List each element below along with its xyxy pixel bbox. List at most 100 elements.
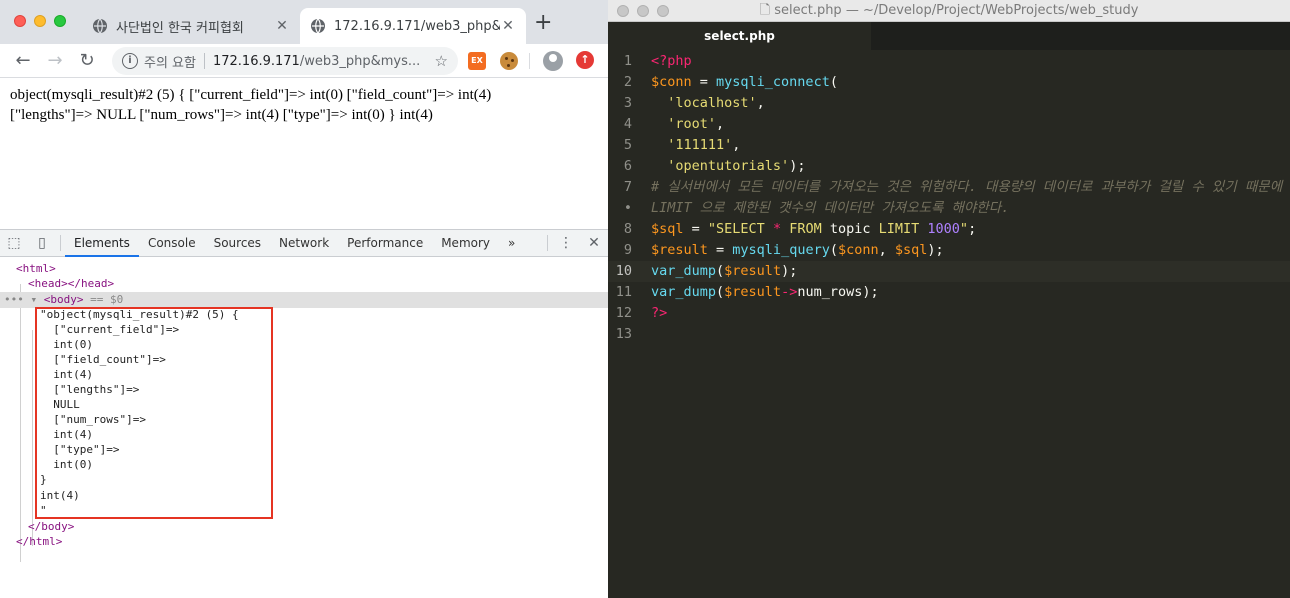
close-devtools-icon[interactable]: ✕ [580,235,608,251]
code-line[interactable]: 4 'root', [608,114,1290,135]
editor-tab-select-php[interactable]: select.php [608,22,871,50]
globe-icon [93,18,107,34]
kebab-menu-icon[interactable]: ⋮ [552,235,580,251]
new-tab-button[interactable]: + [534,12,552,34]
code-token: = [691,74,717,90]
minimize-window-button[interactable] [34,15,46,27]
red-annotation-box [35,307,273,519]
code-text: var_dump($result->num_rows); [651,282,879,303]
line-number: 4 [623,116,632,132]
code-area[interactable]: 1 <?php 2 $conn = mysqli_connect(3 'localho… [608,50,1290,598]
dom-node-head[interactable]: <head></head> [0,276,608,292]
reload-icon[interactable]: ↻ [76,50,98,72]
globe-icon [311,18,325,34]
inspect-element-icon[interactable]: ⬚ [0,235,28,251]
editor-title-bar: 🗋 select.php — ~/Develop/Project/WebProj… [608,0,1290,22]
code-token: FROM [781,221,830,237]
toolbar-divider [529,53,530,69]
back-arrow-icon[interactable]: ← [12,50,34,72]
code-line[interactable]: 10 var_dump($result); [608,261,1290,282]
dom-node-body[interactable]: ••• ▾ <body> == $0 [0,292,608,308]
line-number: 7 [623,179,632,195]
browser-toolbar: ← → ↻ i 주의 요함 172.16.9.171 /web3_php&mys… [0,44,608,78]
code-line[interactable]: 7 # 실서버에서 모든 데이터를 가져오는 것은 위험하다. 대용량의 데이터로… [608,177,1290,198]
devtools-panel: ⬚ ▯ Elements Console Sources Network Per… [0,229,608,598]
code-line[interactable]: • LIMIT 으로 제한된 갯수의 데이터만 가져오도록 해야한다. [608,198,1290,219]
url-path: /web3_php&mys... [299,53,421,69]
tab-performance[interactable]: Performance [338,230,432,257]
close-window-button[interactable] [14,15,26,27]
code-line[interactable]: 6 'opentutorials'); [608,156,1290,177]
tab-elements[interactable]: Elements [65,230,139,257]
code-token: ); [781,263,798,279]
tab-title: 사단법인 한국 커피협회 [116,20,244,36]
code-line[interactable]: 8 $sql = "SELECT * FROM topic LIMIT 1000"… [608,219,1290,240]
code-token: ?> [651,305,668,321]
code-token: LIMIT 으로 제한된 갯수의 데이터만 가져오도록 해야한다. [651,200,1010,216]
code-text: $result = mysqli_query($conn, $sql); [651,240,944,261]
code-line[interactable]: 3 'localhost', [608,93,1290,114]
forward-arrow-icon[interactable]: → [44,50,66,72]
code-token: $sql [894,242,928,258]
tab-network[interactable]: Network [270,230,338,257]
file-icon: 🗋 [759,3,775,18]
device-toolbar-icon[interactable]: ▯ [28,235,56,251]
code-line[interactable]: 2 $conn = mysqli_connect( [608,72,1290,93]
tag-text: </body> [28,520,75,533]
code-token: $conn [837,242,879,258]
bookmark-star-icon[interactable]: ☆ [429,52,448,70]
more-tabs-button[interactable]: » [499,230,524,257]
line-number: 3 [623,95,632,111]
browser-tab-strip: 사단법인 한국 커피협회 ✕ 172.16.9.171/web3_php&mys… [0,0,608,44]
cookie-extension-icon[interactable] [500,52,518,70]
browser-tab-coffee[interactable]: 사단법인 한국 커피협회 ✕ [82,8,300,44]
code-token: $result [651,242,708,258]
tag-text: <body> [43,293,84,306]
code-line[interactable]: 12 ?> [608,303,1290,324]
code-line[interactable]: 1 <?php [608,51,1290,72]
update-icon[interactable]: ↑ [576,51,594,69]
tab-close-icon[interactable]: ✕ [500,18,516,34]
dom-node-html[interactable]: <html> [0,261,608,277]
code-line[interactable]: 13 [608,324,1290,345]
address-bar[interactable]: i 주의 요함 172.16.9.171 /web3_php&mys... ☆ [112,47,458,75]
code-line[interactable]: 11 var_dump($result->num_rows); [608,282,1290,303]
code-token: # 실서버에서 모든 데이터를 가져오는 것은 위험하다. 대용량의 데이터로 … [651,179,1283,195]
code-text: <?php [651,51,692,72]
extension-ex-icon[interactable]: EX [468,52,486,70]
tag-text: <html> [16,262,56,275]
code-line[interactable]: 9 $result = mysqli_query($conn, $sql); [608,240,1290,261]
minimize-window-button[interactable] [637,5,649,17]
code-token: num_rows); [797,284,879,300]
info-icon[interactable]: i [122,53,138,69]
dom-node-body-close[interactable]: </body> [0,519,608,535]
devtools-divider [60,235,61,251]
devtools-tab-bar: ⬚ ▯ Elements Console Sources Network Per… [0,230,608,257]
maximize-window-button[interactable] [657,5,669,17]
selected-node-marker: == $0 [83,293,124,306]
code-text: 'localhost', [651,93,765,114]
profile-avatar-icon[interactable] [543,51,563,71]
close-window-button[interactable] [617,5,629,17]
tab-console[interactable]: Console [139,230,205,257]
line-number: 12 [615,305,632,321]
code-token: $result [724,263,782,279]
tab-close-icon[interactable]: ✕ [274,18,290,34]
tab-sources[interactable]: Sources [205,230,270,257]
var-dump-output-line: object(mysqli_result)#2 (5) { ["current_… [10,87,492,103]
tab-memory[interactable]: Memory [432,230,499,257]
code-text: 'opentutorials'); [651,156,805,177]
security-warning[interactable]: 주의 요함 [144,52,196,71]
code-token: $conn [651,74,692,90]
browser-tab-php[interactable]: 172.16.9.171/web3_php&mysql ✕ [300,8,526,44]
code-text: ?> [651,303,667,324]
code-line[interactable]: 5 '111111', [608,135,1290,156]
code-token: '111111' [667,137,733,153]
maximize-window-button[interactable] [54,15,66,27]
url-host: 172.16.9.171 [212,53,300,69]
dom-node-html-close[interactable]: </html> [0,534,608,550]
code-token: " [959,221,969,237]
page-content: object(mysqli_result)#2 (5) { ["current_… [0,79,608,229]
